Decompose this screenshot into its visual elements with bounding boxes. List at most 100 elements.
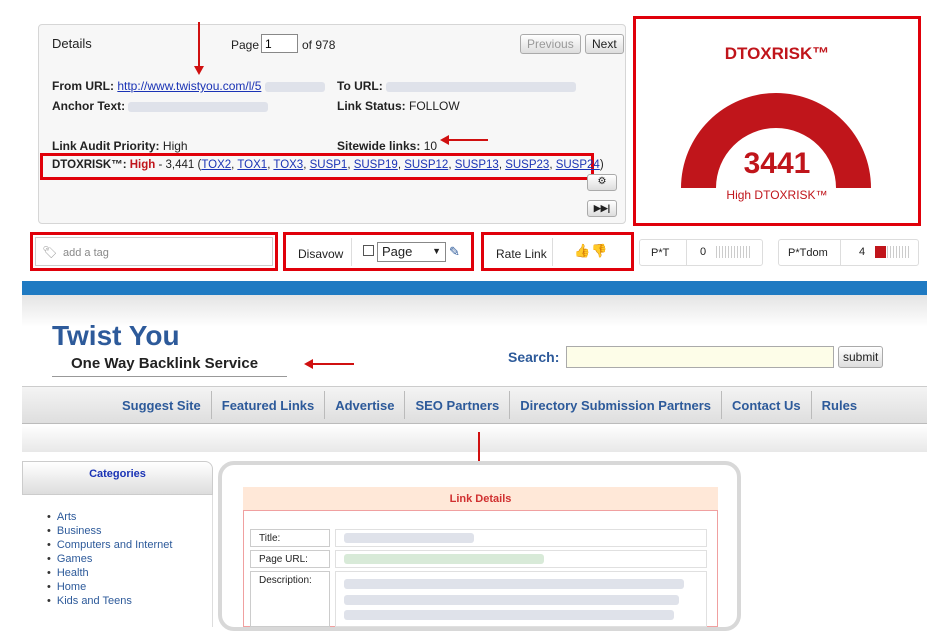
nav-divider <box>509 391 511 419</box>
link-status-value: FOLLOW <box>409 99 460 113</box>
audit-priority-value: High <box>162 139 188 153</box>
nav-divider <box>404 391 406 419</box>
blurred-text <box>264 81 325 92</box>
rate-link-label: Rate Link <box>496 247 547 261</box>
nav-divider <box>721 391 723 419</box>
disavow-checkbox[interactable] <box>363 245 374 256</box>
blurred-text <box>344 554 544 564</box>
nav-divider <box>210 391 212 419</box>
nav-item-seo-partners[interactable]: SEO Partners <box>415 398 499 413</box>
nav-divider <box>324 391 326 419</box>
gauge-caption: High DTOXRISK™ <box>726 188 828 202</box>
divider <box>552 238 553 266</box>
rule-link-susp13[interactable]: SUSP13 <box>455 159 499 171</box>
nav-item-directory-submission-partners[interactable]: Directory Submission Partners <box>520 398 711 413</box>
category-item[interactable]: Business <box>47 524 172 538</box>
dtoxrisk-rules: TOX2, TOX1, TOX3, SUSP1, SUSP19, SUSP12,… <box>201 159 600 171</box>
pt-meter <box>716 246 751 258</box>
dtoxrisk-line: DTOXRISK™: High - 3,441 (TOX2, TOX1, TOX… <box>52 159 604 171</box>
details-panel <box>38 24 626 224</box>
thumbs-up-icon[interactable]: 👍 <box>574 243 590 259</box>
edit-icon[interactable]: ✎ <box>449 244 460 260</box>
field-value-title <box>335 529 707 547</box>
to-url-label: To URL: <box>337 79 383 93</box>
rule-link-susp1[interactable]: SUSP1 <box>310 159 348 171</box>
settings-gear-icon[interactable]: ⚙ <box>587 174 617 191</box>
field-value-description <box>335 571 707 627</box>
nav-item-contact-us[interactable]: Contact Us <box>732 398 801 413</box>
field-value-page-url <box>335 550 707 568</box>
nav-item-suggest-site[interactable]: Suggest Site <box>122 398 201 413</box>
nav-item-featured-links[interactable]: Featured Links <box>222 398 314 413</box>
ptdom-label: P*Tdom <box>788 247 828 259</box>
site-tagline: One Way Backlink Service <box>71 355 259 372</box>
divider <box>52 376 287 377</box>
submit-button[interactable]: submit <box>838 346 884 368</box>
annotation-arrow-head <box>194 66 204 75</box>
categories-list: ArtsBusinessComputers and InternetGamesH… <box>47 510 173 608</box>
gauge-title: DTOXRISK™ <box>724 44 830 63</box>
category-item[interactable]: Games <box>47 552 172 566</box>
ptdom-meter <box>875 246 910 258</box>
blurred-text <box>344 609 674 620</box>
field-label-title: Title: <box>250 529 330 547</box>
gauge-value: 3441 <box>743 147 811 180</box>
audit-priority-label: Link Audit Priority: <box>52 139 160 153</box>
site-top-bar <box>22 281 927 295</box>
details-title: Details <box>52 36 92 51</box>
from-url-label: From URL: <box>52 79 114 93</box>
nav-item-rules[interactable]: Rules <box>822 398 857 413</box>
nav-item-advertise[interactable]: Advertise <box>335 398 394 413</box>
thumbs-down-icon[interactable]: 👎 <box>591 243 607 259</box>
rule-link-susp12[interactable]: SUSP12 <box>404 159 448 171</box>
rule-link-susp19[interactable]: SUSP19 <box>354 159 398 171</box>
dtoxrisk-value: - 3,441 ( <box>155 159 202 171</box>
annotation-arrow <box>198 22 200 68</box>
field-label-page-url: Page URL: <box>250 550 330 568</box>
sitewide-value: 10 <box>423 139 438 153</box>
search-label: Search: <box>508 349 560 365</box>
site-nav: Suggest Site Featured Links Advertise SEO P… <box>122 386 857 424</box>
dtoxrisk-label: DTOXRISK™: <box>52 159 127 171</box>
rule-link-tox2[interactable]: TOX2 <box>201 159 231 171</box>
dtoxrisk-level: High <box>129 159 156 171</box>
rule-link-tox1[interactable]: TOX1 <box>237 159 267 171</box>
category-item[interactable]: Computers and Internet <box>47 538 173 552</box>
next-button[interactable]: Next <box>585 34 624 54</box>
dtoxrisk-close: ) <box>599 159 604 171</box>
sitewide-label: Sitewide links: <box>337 139 421 153</box>
page-label: Page <box>231 38 260 52</box>
category-item[interactable]: Kids and Teens <box>47 594 172 608</box>
pt-value: 0 <box>700 246 707 258</box>
site-subheader <box>22 424 927 452</box>
divider <box>840 240 841 265</box>
site-logo[interactable]: Twist You <box>52 320 180 352</box>
annotation-arrow <box>312 363 354 365</box>
blurred-text <box>128 101 269 112</box>
annotation-arrow <box>448 139 488 141</box>
disavow-label: Disavow <box>298 247 344 261</box>
page-total: of 978 <box>302 38 336 52</box>
rule-link-susp24[interactable]: SUSP24 <box>556 159 600 171</box>
category-item[interactable]: Health <box>47 566 172 580</box>
previous-button[interactable]: Previous <box>520 34 581 54</box>
categories-title: Categories <box>89 468 146 480</box>
rule-link-tox3[interactable]: TOX3 <box>273 159 303 171</box>
blurred-text <box>344 533 474 543</box>
disavow-select[interactable]: Page ▼ <box>377 242 446 262</box>
from-url-link[interactable]: http://www.twistyou.com/l/5 <box>117 79 261 93</box>
tag-input-placeholder[interactable]: add a tag <box>63 247 109 259</box>
rule-link-susp23[interactable]: SUSP23 <box>505 159 549 171</box>
category-item[interactable]: Home <box>47 580 172 594</box>
page-input[interactable] <box>261 34 298 53</box>
link-details-title: Link Details <box>449 493 512 505</box>
divider <box>351 238 352 266</box>
tag-icon: 🏷 <box>42 245 58 259</box>
skip-forward-icon[interactable]: ▶▶| <box>587 200 617 217</box>
blurred-text <box>344 578 684 589</box>
blurred-text <box>386 81 577 92</box>
search-input[interactable] <box>566 346 834 368</box>
category-item[interactable]: Arts <box>47 510 172 524</box>
pt-label: P*T <box>651 247 670 259</box>
anchor-text-label: Anchor Text: <box>52 99 126 113</box>
